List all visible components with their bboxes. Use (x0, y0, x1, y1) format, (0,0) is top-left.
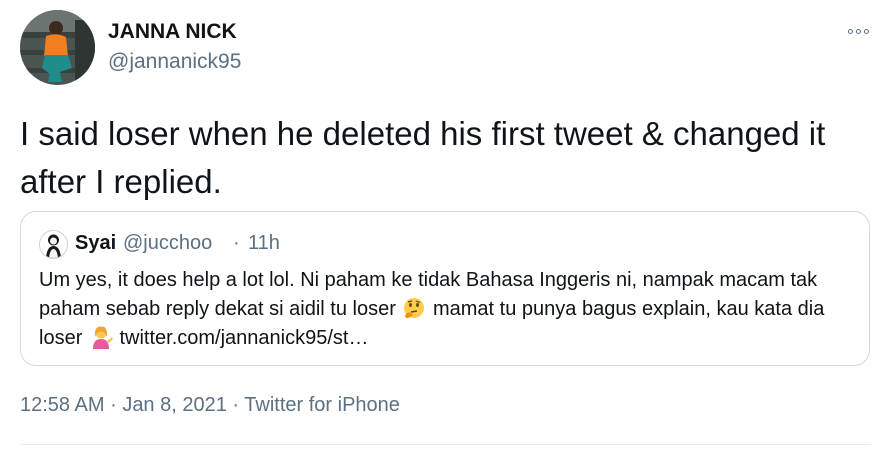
author-avatar[interactable] (20, 10, 95, 85)
quoted-author-avatar[interactable] (39, 230, 68, 259)
meta-separator: · (110, 394, 117, 416)
quoted-separator: · (233, 232, 240, 254)
quoted-tweet-text: Um yes, it does help a lot lol. Ni paham… (39, 266, 859, 353)
more-options-button[interactable] (843, 26, 873, 36)
more-dot (863, 28, 869, 34)
quoted-timestamp[interactable]: 11h (248, 232, 280, 255)
quoted-text-link[interactable]: twitter.com/jannanick95/st… (114, 327, 368, 349)
person-tipping-hand-emoji (88, 325, 114, 349)
more-horizontal-icon (847, 28, 853, 34)
quoted-tweet-card[interactable]: Syai @jucchoo · 11h Um yes, it does help… (20, 211, 870, 366)
thinking-face-emoji (401, 297, 427, 319)
tweet-meta: 12:58 AM · Jan 8, 2021 · Twitter for iPh… (20, 394, 400, 417)
meta-separator: · (232, 394, 240, 416)
quoted-author-name[interactable]: Syai (75, 232, 116, 255)
tweet-time[interactable]: 12:58 AM (20, 394, 105, 416)
quoted-author-handle[interactable]: @jucchoo (123, 232, 212, 255)
tweet-source[interactable]: Twitter for iPhone (244, 394, 400, 416)
author-name[interactable]: JANNA NICK (108, 20, 237, 44)
tweet-date[interactable]: Jan 8, 2021 (122, 394, 227, 416)
tweet-text: I said loser when he deleted his first t… (20, 115, 826, 200)
divider (20, 444, 871, 445)
more-dot (855, 28, 861, 34)
author-handle[interactable]: @jannanick95 (108, 50, 241, 74)
